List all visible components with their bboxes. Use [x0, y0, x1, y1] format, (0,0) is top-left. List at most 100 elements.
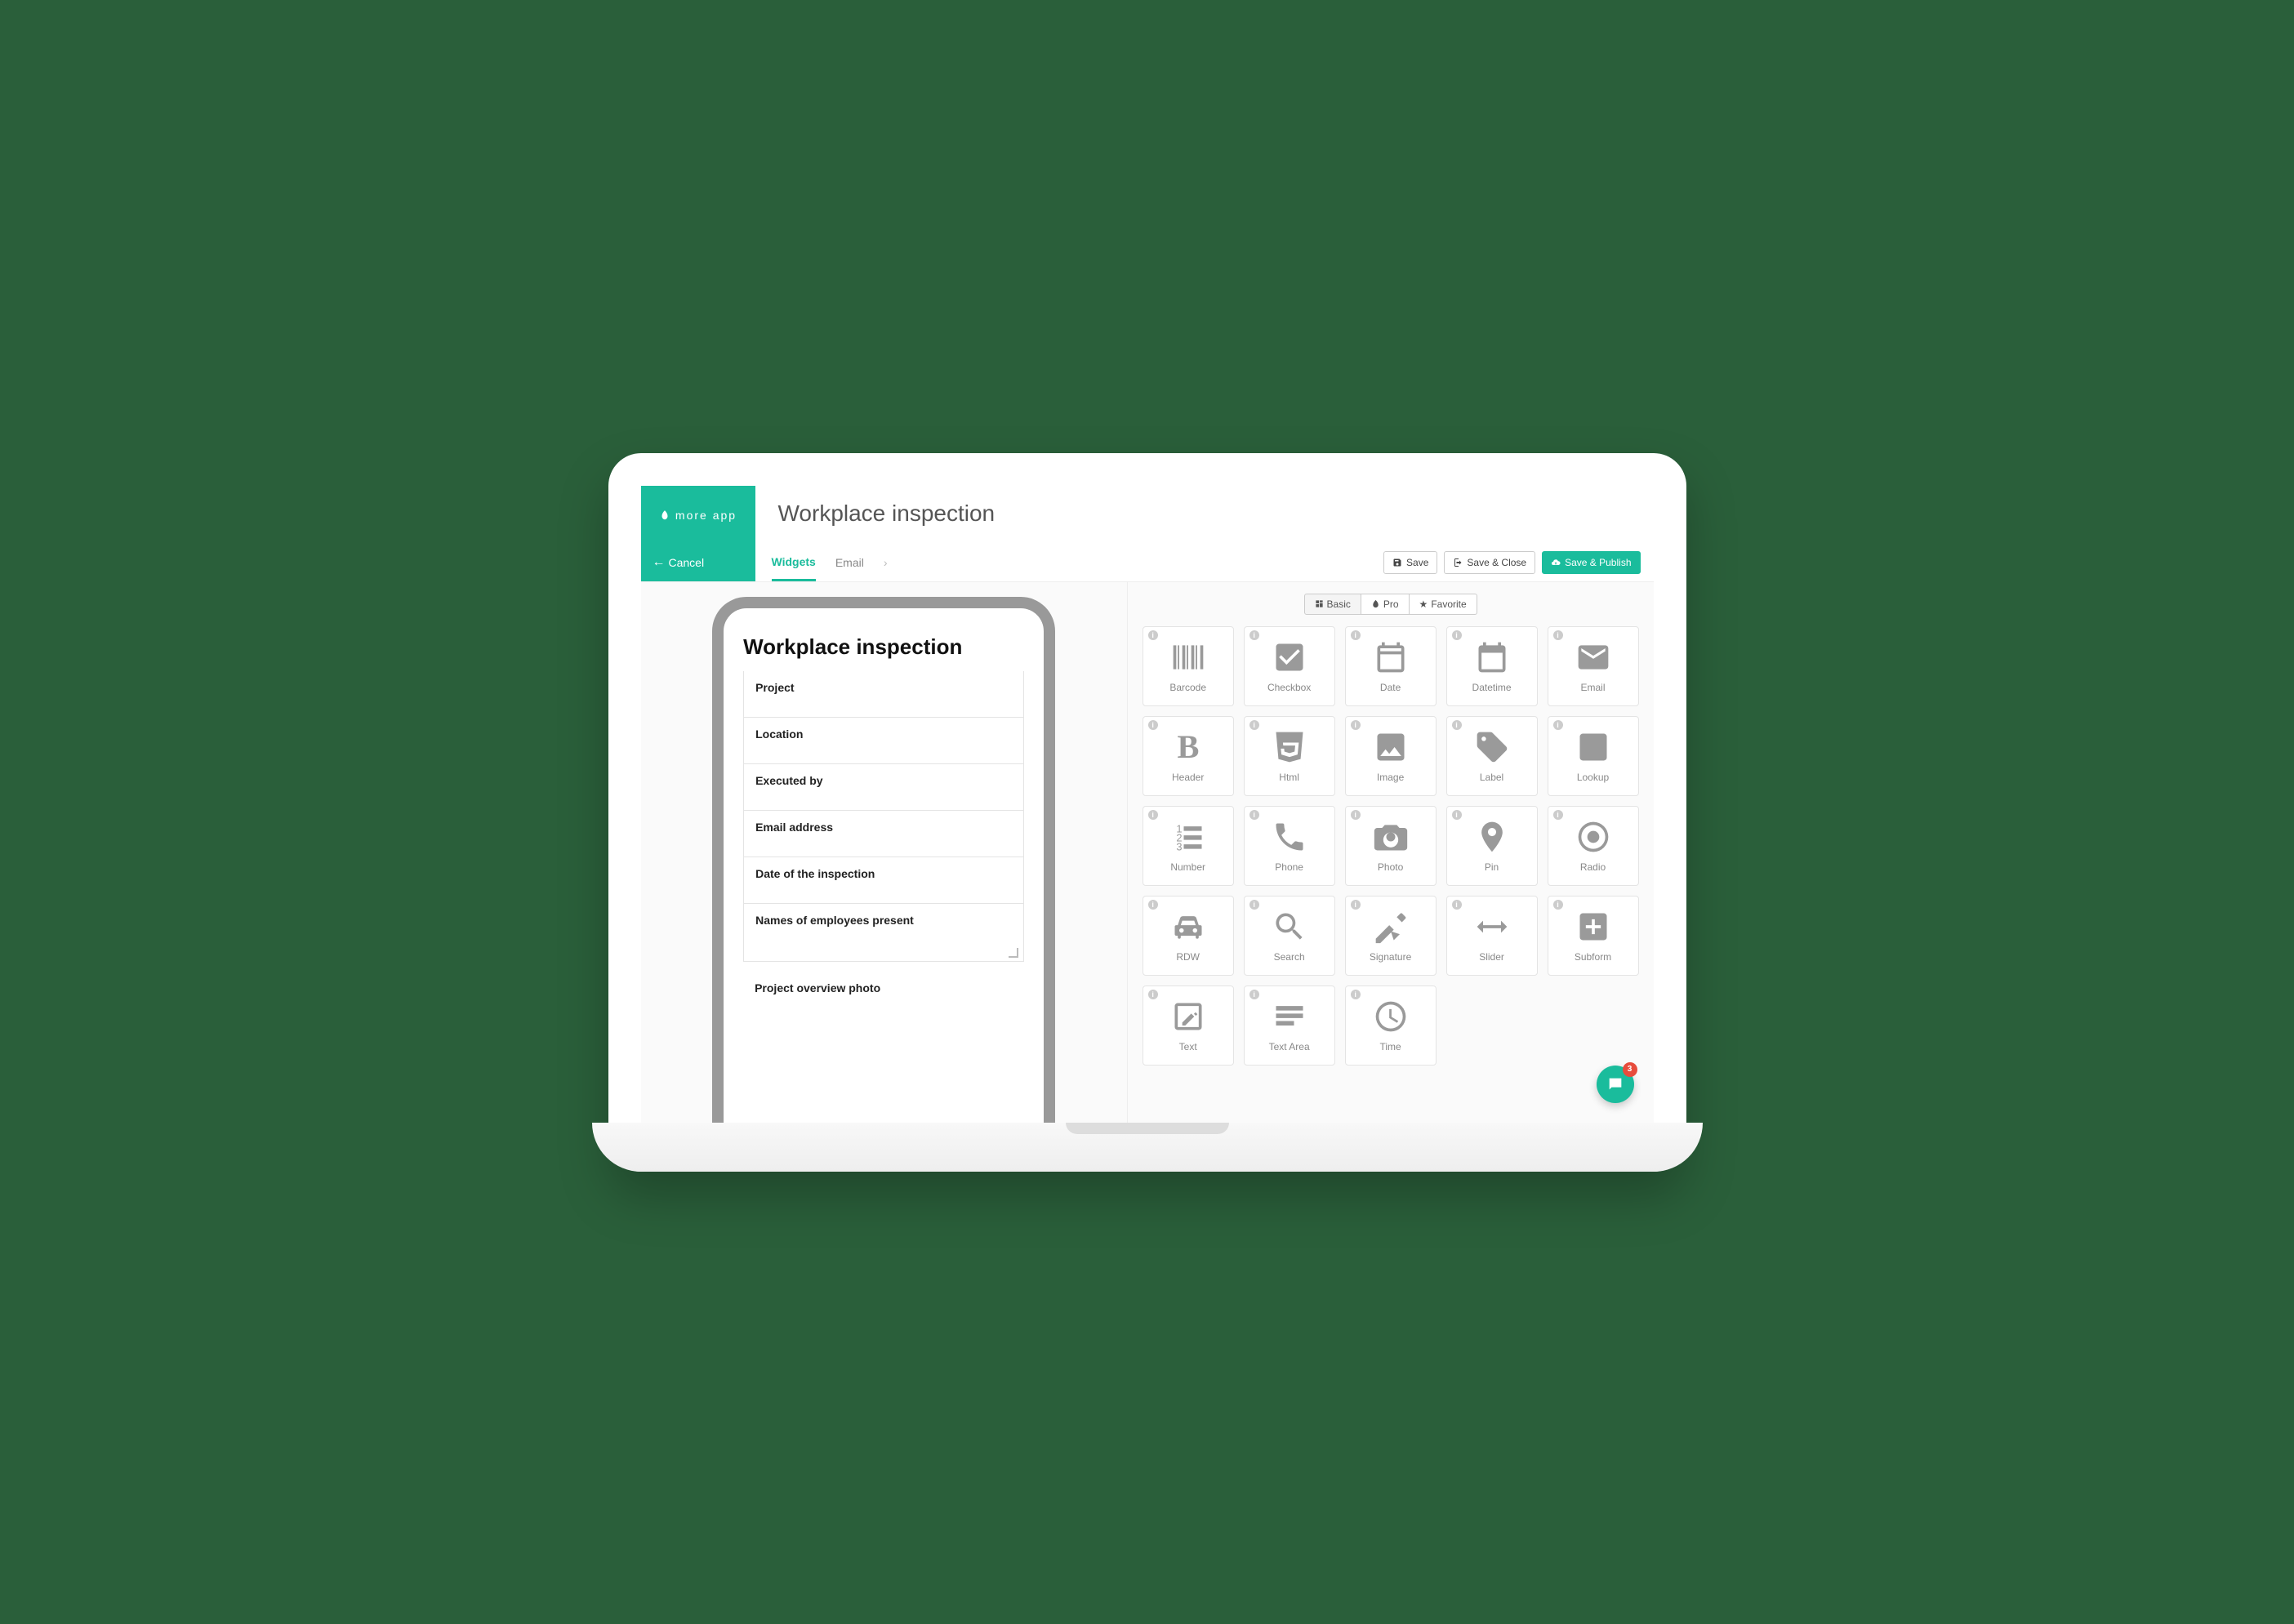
widget-pin[interactable]: iPin — [1446, 806, 1538, 886]
save-close-label: Save & Close — [1467, 557, 1526, 568]
field-location[interactable]: Location — [743, 718, 1024, 764]
pin-icon — [1474, 819, 1510, 855]
info-icon[interactable]: i — [1148, 720, 1158, 730]
cloud-upload-icon — [1551, 558, 1561, 567]
info-icon[interactable]: i — [1148, 630, 1158, 640]
info-icon[interactable]: i — [1351, 900, 1361, 910]
widget-label: Radio — [1580, 861, 1606, 873]
widget-label: Label — [1480, 772, 1503, 783]
widget-signature[interactable]: iSignature — [1345, 896, 1437, 976]
info-icon[interactable]: i — [1553, 900, 1563, 910]
widget-rdw[interactable]: iRDW — [1143, 896, 1234, 976]
action-buttons: Save Save & Close Save & Publish — [1383, 551, 1653, 574]
save-close-button[interactable]: Save & Close — [1444, 551, 1535, 574]
info-icon[interactable]: i — [1452, 630, 1462, 640]
widget-filter-group: Basic Pro ★ Favorite — [1143, 594, 1639, 615]
widget-panel: Basic Pro ★ Favorite iBarcodeiCheckboxiD… — [1127, 582, 1654, 1123]
widget-image[interactable]: i Image — [1345, 716, 1437, 796]
main-content: Workplace inspection Project Location Ex… — [641, 582, 1654, 1123]
widget-label[interactable]: i Label — [1446, 716, 1538, 796]
filter-favorite[interactable]: ★ Favorite — [1410, 594, 1477, 615]
info-icon[interactable]: i — [1351, 720, 1361, 730]
widget-grid: iBarcodeiCheckboxiDateiDatetimeiEmail iBH… — [1143, 626, 1639, 1066]
widget-barcode[interactable]: iBarcode — [1143, 626, 1234, 706]
info-icon[interactable]: i — [1148, 810, 1158, 820]
widget-email[interactable]: iEmail — [1548, 626, 1639, 706]
info-icon[interactable]: i — [1553, 720, 1563, 730]
info-icon[interactable]: i — [1351, 810, 1361, 820]
info-icon[interactable]: i — [1553, 630, 1563, 640]
widget-radio[interactable]: i Radio — [1548, 806, 1639, 886]
widget-label: Phone — [1275, 861, 1303, 873]
field-employees[interactable]: Names of employees present — [743, 904, 1024, 962]
filter-pro-label: Pro — [1383, 598, 1399, 610]
info-icon[interactable]: i — [1249, 630, 1259, 640]
save-publish-button[interactable]: Save & Publish — [1542, 551, 1640, 574]
info-icon[interactable]: i — [1452, 720, 1462, 730]
widget-lookup[interactable]: iLookup — [1548, 716, 1639, 796]
tab-email[interactable]: Email — [835, 545, 864, 581]
brand-text: more app — [675, 509, 737, 522]
widget-time[interactable]: iTime — [1345, 986, 1437, 1066]
widget-label: Image — [1377, 772, 1404, 783]
time-icon — [1373, 999, 1409, 1034]
arrow-left-icon: ← — [653, 555, 666, 570]
info-icon[interactable]: i — [1249, 990, 1259, 999]
filter-pro[interactable]: Pro — [1361, 594, 1410, 615]
widget-checkbox[interactable]: iCheckbox — [1244, 626, 1335, 706]
widget-search[interactable]: i Search — [1244, 896, 1335, 976]
lookup-icon — [1575, 729, 1611, 765]
device-preview: Workplace inspection Project Location Ex… — [712, 597, 1055, 1123]
field-photo[interactable]: Project overview photo — [743, 962, 1024, 1017]
filter-basic[interactable]: Basic — [1304, 594, 1361, 615]
field-email[interactable]: Email address — [743, 811, 1024, 857]
chat-button[interactable]: 3 — [1597, 1066, 1634, 1103]
phone-icon — [1272, 819, 1307, 855]
search-icon — [1272, 909, 1307, 945]
number-icon: 123 — [1170, 819, 1206, 855]
page-title: Workplace inspection — [755, 486, 1654, 545]
field-project[interactable]: Project — [743, 671, 1024, 718]
info-icon[interactable]: i — [1452, 900, 1462, 910]
widget-number[interactable]: i 123 Number — [1143, 806, 1234, 886]
tab-next-icon[interactable]: › — [884, 545, 888, 581]
barcode-icon — [1170, 639, 1206, 675]
cancel-button[interactable]: ← Cancel — [641, 545, 755, 581]
leaf-icon — [659, 509, 670, 521]
info-icon[interactable]: i — [1553, 810, 1563, 820]
info-icon[interactable]: i — [1351, 630, 1361, 640]
form-title: Workplace inspection — [743, 634, 1024, 660]
widget-text[interactable]: iText — [1143, 986, 1234, 1066]
dashboard-icon — [1315, 599, 1324, 608]
widget-datetime[interactable]: iDatetime — [1446, 626, 1538, 706]
widget-label: Search — [1274, 951, 1305, 963]
widget-text-area[interactable]: iText Area — [1244, 986, 1335, 1066]
tab-widgets[interactable]: Widgets — [772, 545, 816, 581]
info-icon[interactable]: i — [1351, 990, 1361, 999]
widget-photo[interactable]: iPhoto — [1345, 806, 1437, 886]
field-executed-by[interactable]: Executed by — [743, 764, 1024, 811]
widget-subform[interactable]: iSubform — [1548, 896, 1639, 976]
cancel-label: Cancel — [669, 556, 705, 569]
widget-phone[interactable]: i Phone — [1244, 806, 1335, 886]
widget-label: Header — [1172, 772, 1204, 783]
info-icon[interactable]: i — [1249, 720, 1259, 730]
widget-slider[interactable]: i Slider — [1446, 896, 1538, 976]
widget-label: Slider — [1479, 951, 1504, 963]
info-icon[interactable]: i — [1148, 900, 1158, 910]
widget-header[interactable]: iBHeader — [1143, 716, 1234, 796]
laptop-frame: more app Workplace inspection ← Cancel W… — [608, 453, 1686, 1172]
info-icon[interactable]: i — [1249, 810, 1259, 820]
save-button[interactable]: Save — [1383, 551, 1437, 574]
info-icon[interactable]: i — [1148, 990, 1158, 999]
brand-logo[interactable]: more app — [641, 486, 755, 545]
info-icon[interactable]: i — [1249, 900, 1259, 910]
field-date[interactable]: Date of the inspection — [743, 857, 1024, 904]
widget-label: Number — [1170, 861, 1205, 873]
logout-icon — [1453, 558, 1463, 567]
radio-icon — [1575, 819, 1611, 855]
info-icon[interactable]: i — [1452, 810, 1462, 820]
widget-date[interactable]: iDate — [1345, 626, 1437, 706]
slider-icon — [1474, 909, 1510, 945]
widget-html[interactable]: iHtml — [1244, 716, 1335, 796]
